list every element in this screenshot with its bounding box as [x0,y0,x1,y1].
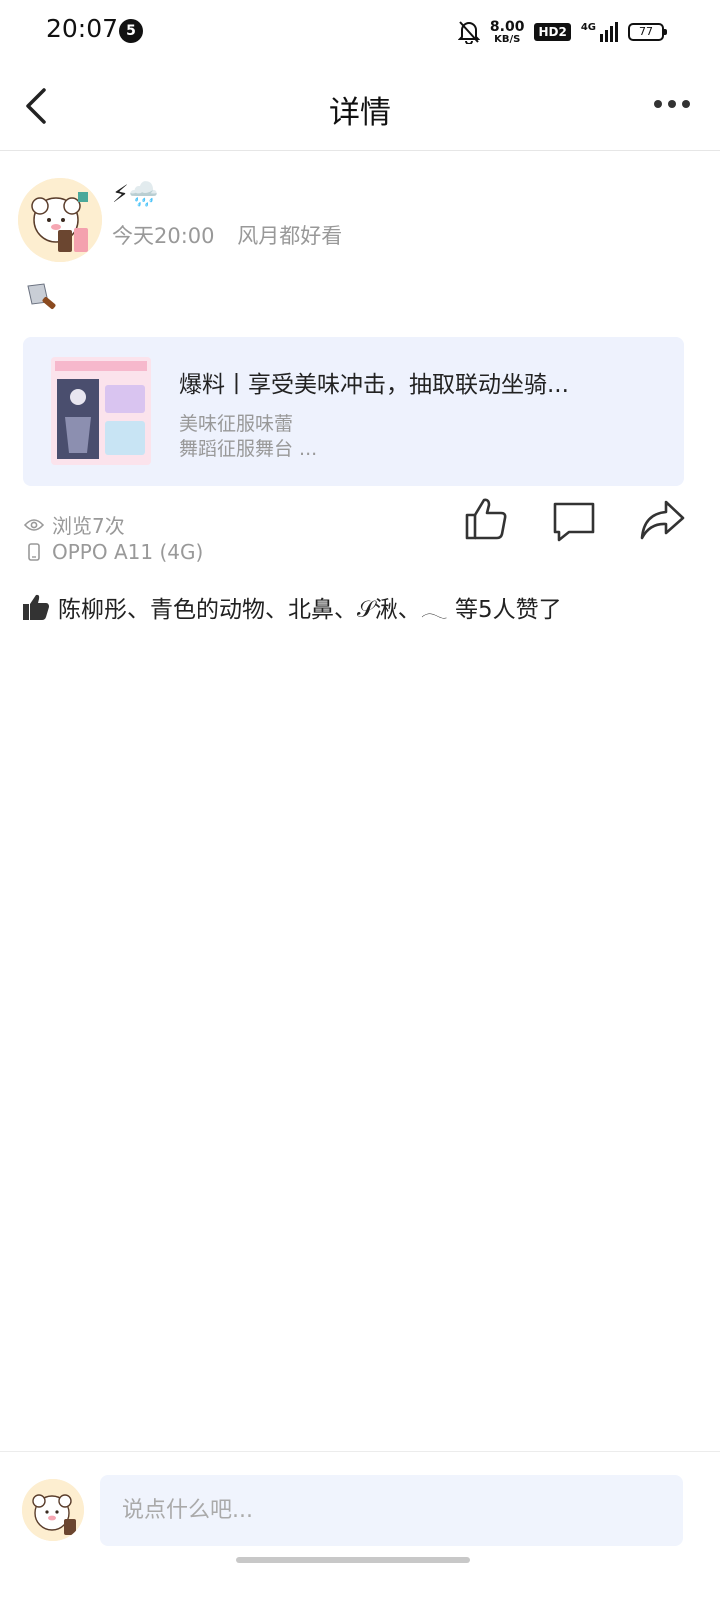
home-indicator[interactable] [236,1557,470,1563]
comment-input[interactable] [100,1475,683,1546]
more-options-icon[interactable] [654,100,690,108]
post-time: 今天20:00 [112,224,215,248]
page-title: 详情 [329,95,391,131]
bell-muted-icon [457,21,480,44]
notification-badge: 5 [119,19,143,43]
post-meta: 今天20:00 风月都好看 [112,220,342,250]
signal-icon: 4G [581,22,618,42]
link-title: 爆料丨享受美味冲击，抽取联动坐骑... [179,372,569,398]
device-text: OPPO A11 (4G) [52,540,204,564]
link-description-line2: 舞蹈征服舞台 ... [179,438,318,460]
status-bar: 20:07 5 8.00 KB/S HD2 4G 77 [0,0,720,64]
eye-icon [24,518,44,531]
shared-link-card[interactable]: 爆料丨享受美味冲击，抽取联动坐骑... 美味征服味蕾 舞蹈征服舞台 ... [23,337,684,486]
status-time: 20:07 [46,14,119,43]
my-avatar [22,1479,84,1541]
link-thumbnail [51,357,151,465]
view-count-text: 浏览7次 [52,514,125,538]
thumbs-up-filled-icon [23,594,49,620]
comment-button-icon[interactable] [551,500,597,542]
share-button-icon[interactable] [638,498,686,542]
view-count: 浏览7次 [24,510,125,539]
link-description-line1: 美味征服味蕾 [179,413,294,435]
liked-by-row[interactable]: 陈柳彤、青色的动物、北鼻、𝒮湫、𓂃 等5人赞了 [22,588,562,625]
phone-icon [28,543,40,561]
title-bar: 详情 [0,64,720,151]
like-button-icon[interactable] [463,496,509,542]
liked-by-text: 陈柳彤、青色的动物、北鼻、𝒮湫、𓂃 等5人赞了 [58,597,562,623]
cleaver-emoji-icon [27,283,56,309]
author-avatar[interactable] [18,178,102,262]
network-speed: 8.00 KB/S [489,18,525,45]
battery-icon: 77 [628,23,667,41]
author-nickname[interactable]: ⚡🌧️ [112,180,159,208]
comment-bar [0,1451,720,1600]
hd-icon: HD2 [534,23,571,41]
post-location: 风月都好看 [237,224,343,248]
device-info: OPPO A11 (4G) [24,540,203,564]
